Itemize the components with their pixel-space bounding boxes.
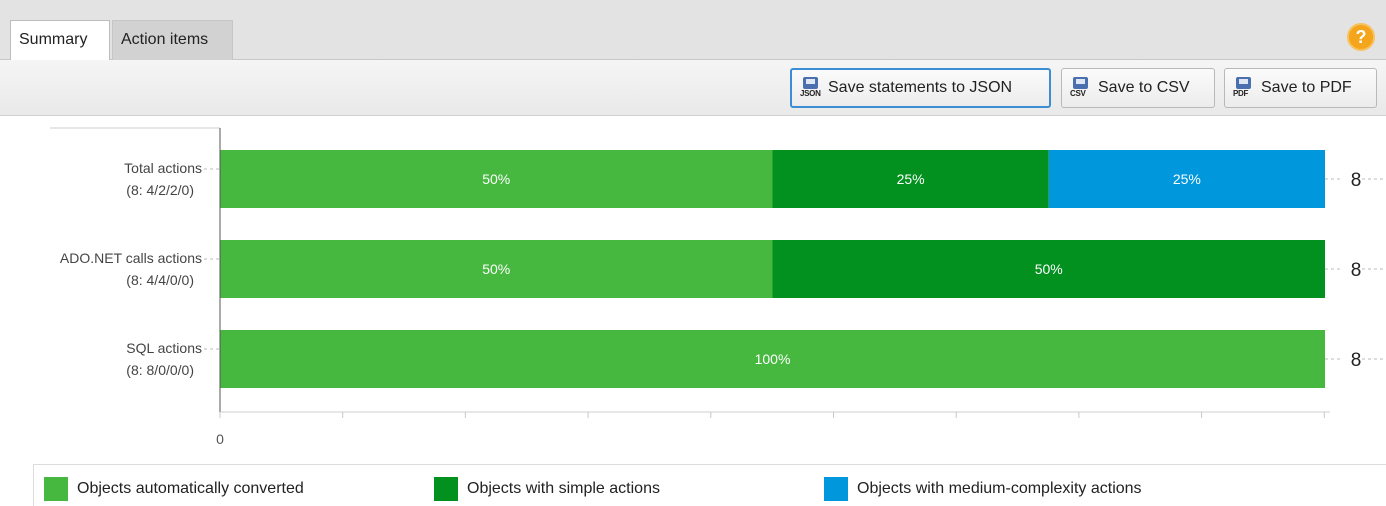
category-sublabel: (8: 4/4/0/0) bbox=[126, 272, 194, 288]
save-json-button[interactable]: JSON Save statements to JSON bbox=[790, 68, 1051, 108]
legend-label-auto: Objects automatically converted bbox=[77, 480, 304, 497]
chart-legend: Objects automatically converted Objects … bbox=[33, 464, 1386, 506]
legend-item-auto: Objects automatically converted bbox=[44, 477, 304, 501]
tab-summary[interactable]: Summary bbox=[10, 20, 110, 61]
bar-value-label: 25% bbox=[897, 171, 925, 187]
bar-total-label: 8 bbox=[1351, 170, 1362, 191]
legend-swatch-medium bbox=[824, 477, 848, 501]
x-tick-label: 0 bbox=[216, 431, 224, 447]
bar-value-label: 25% bbox=[1173, 171, 1201, 187]
tab-action-items[interactable]: Action items bbox=[112, 20, 233, 60]
legend-label-medium: Objects with medium-complexity actions bbox=[857, 480, 1142, 497]
bar-total-label: 8 bbox=[1351, 350, 1362, 371]
bar-value-label: 50% bbox=[482, 171, 510, 187]
bar-total-label: 8 bbox=[1351, 260, 1362, 281]
save-pdf-button[interactable]: PDF Save to PDF bbox=[1224, 68, 1377, 108]
save-json-label: Save statements to JSON bbox=[828, 79, 1013, 96]
category-label: Total actions bbox=[124, 160, 202, 176]
save-json-icon: JSON bbox=[800, 76, 822, 100]
legend-label-simple: Objects with simple actions bbox=[467, 480, 660, 497]
category-sublabel: (8: 8/0/0/0) bbox=[126, 362, 194, 378]
toolbar: JSON Save statements to JSON CSV Save to… bbox=[0, 60, 1386, 116]
stacked-bar-chart: Total actions (8: 4/2/2/0) 50% 25% 25% 8 ADO.N… bbox=[50, 127, 1386, 447]
save-csv-button[interactable]: CSV Save to CSV bbox=[1061, 68, 1215, 108]
save-csv-label: Save to CSV bbox=[1098, 79, 1190, 96]
bar-value-label: 50% bbox=[482, 261, 510, 277]
save-pdf-icon: PDF bbox=[1233, 76, 1255, 100]
legend-item-medium: Objects with medium-complexity actions bbox=[824, 477, 1142, 501]
bar-value-label: 100% bbox=[755, 351, 791, 367]
category-sublabel: (8: 4/2/2/0) bbox=[126, 182, 194, 198]
category-label: ADO.NET calls actions bbox=[60, 250, 202, 266]
save-pdf-label: Save to PDF bbox=[1261, 79, 1352, 96]
legend-swatch-auto bbox=[44, 477, 68, 501]
tab-bar: Summary Action items ? bbox=[0, 0, 1386, 61]
save-csv-icon: CSV bbox=[1070, 76, 1092, 100]
help-icon[interactable]: ? bbox=[1347, 23, 1375, 51]
category-label: SQL actions bbox=[126, 340, 202, 356]
legend-item-simple: Objects with simple actions bbox=[434, 477, 660, 501]
legend-swatch-simple bbox=[434, 477, 458, 501]
bar-value-label: 50% bbox=[1035, 261, 1063, 277]
